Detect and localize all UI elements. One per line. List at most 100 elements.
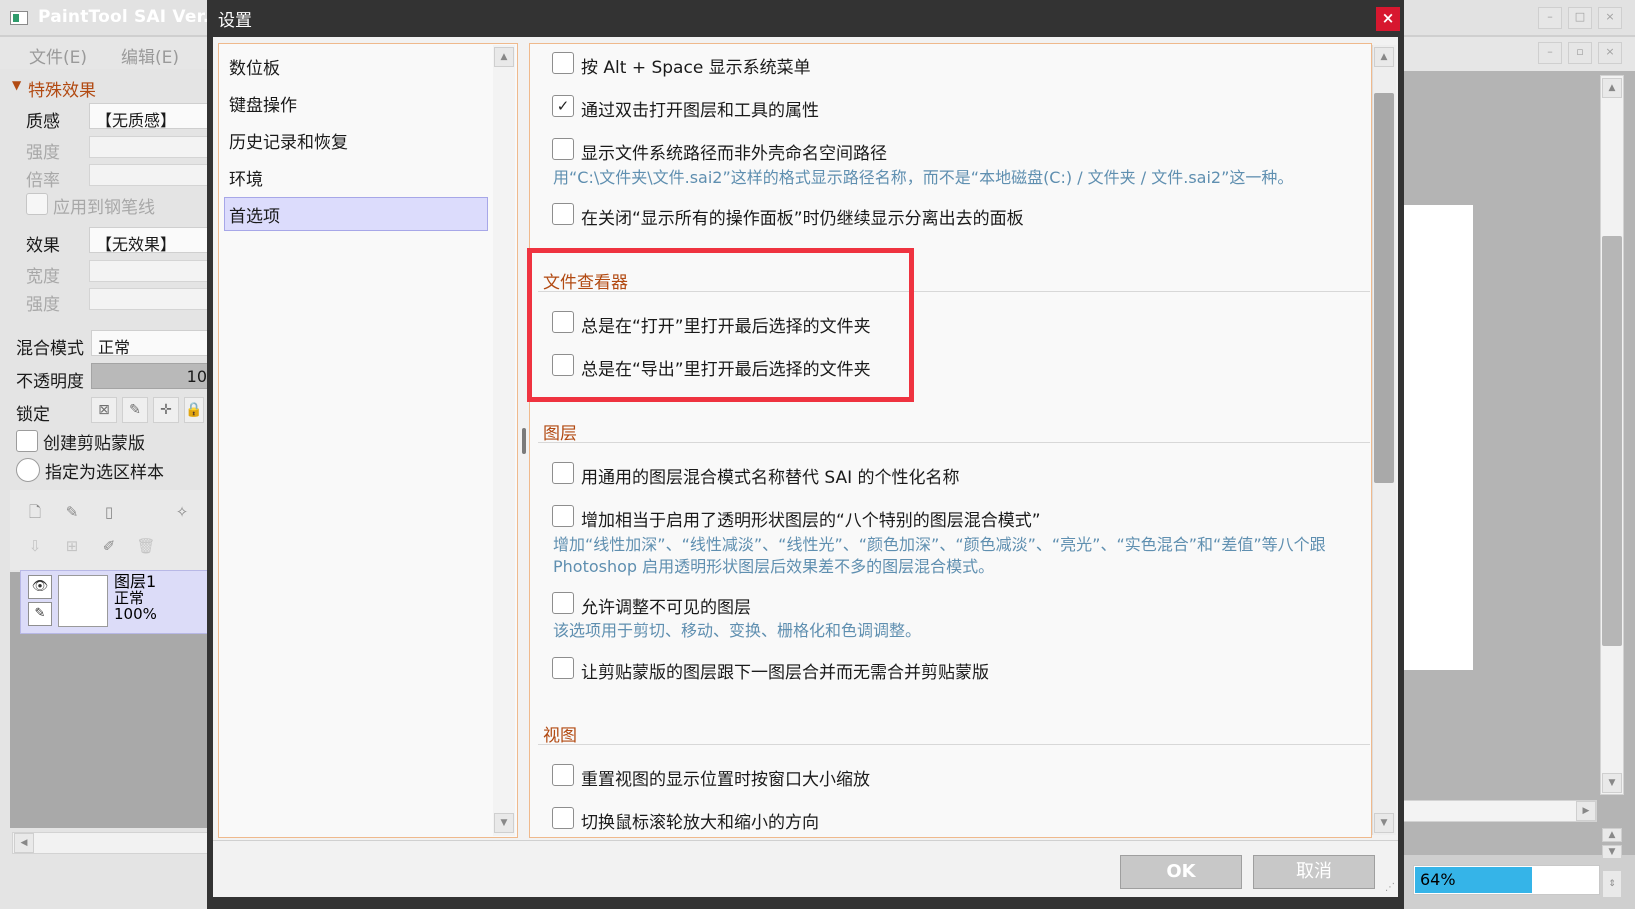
layer-opacity: 100%: [114, 605, 157, 623]
special-effects-heading: 特殊效果: [28, 81, 96, 101]
generic-blend-names-checkbox[interactable]: [552, 462, 574, 484]
apply-pen-checkbox[interactable]: [26, 193, 48, 215]
merge-clipping-checkbox[interactable]: [552, 657, 574, 679]
lock-move-icon[interactable]: ✛: [153, 397, 179, 423]
minimize-button[interactable]: –: [1538, 7, 1562, 29]
pencil-icon[interactable]: ✎: [28, 602, 52, 626]
special-blend-modes-label: 增加相当于启用了透明形状图层的“八个特别的图层混合模式”: [581, 511, 1041, 531]
category-scroll-up-arrow[interactable]: ▲: [494, 47, 514, 67]
canvas-hscroll[interactable]: [1392, 800, 1597, 822]
opacity-slider[interactable]: 10: [91, 363, 210, 389]
clipping-mask-checkbox[interactable]: [16, 430, 38, 452]
layer-hscroll[interactable]: [12, 832, 210, 854]
merge-down-icon[interactable]: ⇩: [23, 534, 47, 558]
canvas-vscroll-thumb[interactable]: [1602, 236, 1622, 646]
preferences-scroll-up-arrow[interactable]: ▲: [1374, 47, 1394, 67]
view-heading: 视图: [543, 726, 577, 746]
highlight-annotation: [527, 248, 914, 402]
layer-effect-icon[interactable]: ✧: [170, 500, 194, 524]
clipping-mask-label: 创建剪贴蒙版: [43, 434, 145, 454]
adjust-invisible-layers-description: 该选项用于剪切、移动、变换、栅格化和色调调整。: [553, 621, 922, 640]
merge-clipping-label: 让剪贴蒙版的图层跟下一图层合并而无需合并剪贴蒙版: [581, 663, 989, 683]
ok-button[interactable]: OK: [1120, 855, 1242, 889]
rate-slider[interactable]: [89, 164, 210, 186]
clear-layer-icon[interactable]: ✐: [97, 534, 121, 558]
filesystem-path-checkbox[interactable]: [552, 138, 574, 160]
canvas-scroll-up-arrow[interactable]: ▲: [1602, 78, 1622, 98]
apply-pen-label: 应用到钢笔线: [53, 198, 155, 218]
special-blend-modes-checkbox[interactable]: [552, 505, 574, 527]
invert-wheel-zoom-checkbox[interactable]: [552, 807, 574, 829]
layer-divider: [538, 442, 1370, 443]
adjust-invisible-layers-label: 允许调整不可见的图层: [581, 598, 751, 618]
dialog-title: 设置: [218, 11, 252, 31]
width-slider[interactable]: [89, 260, 210, 282]
category-history[interactable]: 历史记录和恢复: [229, 128, 348, 153]
invert-wheel-zoom-label: 切换鼠标滚轮放大和缩小的方向: [581, 813, 819, 833]
lock-all-icon[interactable]: 🔒: [184, 397, 204, 423]
double-click-properties-label: 通过双击打开图层和工具的属性: [581, 101, 819, 121]
strength2-slider[interactable]: [89, 288, 210, 310]
category-scroll-down-arrow[interactable]: ▼: [494, 813, 514, 833]
new-vector-layer-icon[interactable]: ✎: [60, 500, 84, 524]
reset-view-zoom-label: 重置视图的显示位置时按窗口大小缩放: [581, 770, 870, 790]
new-folder-icon[interactable]: ▯: [97, 500, 121, 524]
reset-view-zoom-checkbox[interactable]: [552, 764, 574, 786]
double-click-properties-checkbox[interactable]: ✓: [552, 95, 574, 117]
effect-label: 效果: [26, 236, 60, 256]
canvas-scroll-down-arrow[interactable]: ▼: [1602, 773, 1622, 793]
new-layer-icon[interactable]: 🗋: [23, 500, 47, 524]
preferences-scrollbar-thumb[interactable]: [1374, 93, 1394, 483]
resize-grip-icon[interactable]: ⋰: [1385, 882, 1395, 893]
app-icon: [10, 11, 28, 25]
panel-splitter-handle[interactable]: [522, 428, 526, 454]
lock-paint-icon[interactable]: ✎: [122, 397, 148, 423]
main-close-button[interactable]: ×: [1598, 7, 1622, 29]
category-environment[interactable]: 环境: [229, 165, 263, 190]
zoom-spin[interactable]: ⇕: [1602, 870, 1622, 898]
zoom-up-arrow[interactable]: ▲: [1602, 828, 1622, 842]
layer-mode: 正常: [114, 589, 145, 607]
canvas-scroll-right-arrow[interactable]: ▶: [1576, 801, 1596, 821]
copy-layer-icon[interactable]: ⊞: [60, 534, 84, 558]
filesystem-path-description: 用“C:\文件夹\文件.sai2”这样的格式显示路径名称，而不是“本地磁盘(C:…: [553, 168, 1294, 187]
preferences-scroll-down-arrow[interactable]: ▼: [1374, 813, 1394, 833]
zoom-value: 64%: [1420, 870, 1456, 889]
detached-panels-checkbox[interactable]: [552, 203, 574, 225]
alt-space-checkbox[interactable]: [552, 52, 574, 74]
generic-blend-names-label: 用通用的图层混合模式名称替代 SAI 的个性化名称: [581, 468, 960, 488]
main-window-title: PaintTool SAI Ver.2: [38, 7, 208, 27]
section-collapse-icon[interactable]: ▼: [12, 78, 21, 92]
category-list: [218, 43, 518, 838]
lock-transparency-icon[interactable]: ⊠: [91, 397, 117, 423]
blend-mode-label: 混合模式: [16, 339, 84, 359]
menu-file[interactable]: 文件(E): [29, 43, 87, 68]
category-keyboard[interactable]: 键盘操作: [229, 91, 297, 116]
adjust-invisible-layers-checkbox[interactable]: [552, 592, 574, 614]
eye-icon[interactable]: 👁: [28, 575, 52, 599]
blend-mode-select[interactable]: 正常: [91, 330, 210, 356]
texture-select[interactable]: 【无质感】: [89, 103, 210, 129]
dialog-close-button[interactable]: ×: [1376, 7, 1400, 31]
doc-x-button[interactable]: ×: [1598, 42, 1622, 64]
layer-name: 图层1: [114, 572, 157, 591]
category-preferences[interactable]: 首选项: [229, 202, 280, 227]
rate-label: 倍率: [26, 171, 60, 191]
zoom-down-arrow[interactable]: ▼: [1602, 845, 1622, 859]
view-divider: [538, 744, 1370, 745]
effect-select[interactable]: 【无效果】: [89, 227, 210, 253]
menu-edit[interactable]: 编辑(E): [121, 43, 179, 68]
category-scrollbar[interactable]: [493, 45, 515, 836]
footer-divider: [213, 840, 1398, 841]
layer-heading: 图层: [543, 424, 577, 444]
cancel-button[interactable]: 取消: [1253, 855, 1375, 889]
width-label: 宽度: [26, 267, 60, 287]
category-tablet[interactable]: 数位板: [229, 54, 280, 79]
selection-source-toggle[interactable]: [16, 458, 40, 482]
delete-layer-icon[interactable]: 🗑: [134, 534, 158, 558]
strength-slider[interactable]: [89, 136, 210, 158]
doc-min-button[interactable]: –: [1538, 42, 1562, 64]
layer-scroll-left-arrow[interactable]: ◀: [14, 833, 34, 853]
maximize-button[interactable]: □: [1568, 7, 1592, 29]
doc-max-button[interactable]: ▫: [1568, 42, 1592, 64]
